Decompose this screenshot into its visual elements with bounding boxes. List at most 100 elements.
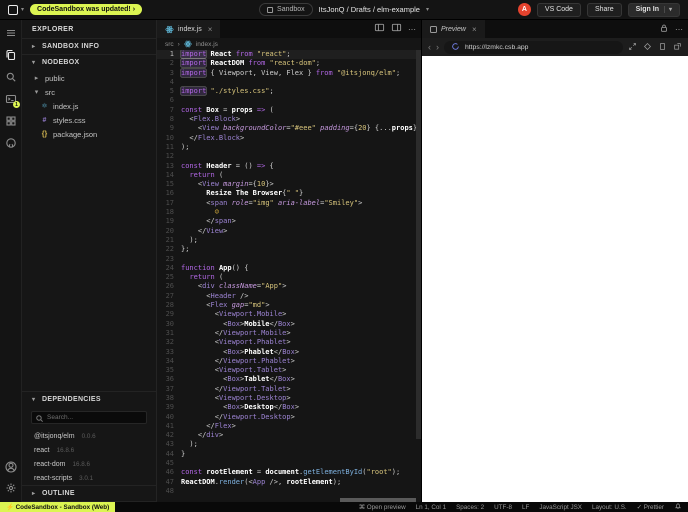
code-line[interactable]: 10 </Flex.Block> bbox=[157, 134, 421, 143]
status-badge[interactable]: ⚡ CodeSandbox - Sandbox (Web) bbox=[0, 502, 116, 512]
code-line[interactable]: 28 <Flex gap="md"> bbox=[157, 301, 421, 310]
code-line[interactable]: 19 </span> bbox=[157, 217, 421, 226]
project-menu-chevron-icon[interactable]: ▾ bbox=[426, 6, 429, 13]
status-item[interactable]: ⌘ Open preview bbox=[359, 504, 406, 511]
code-line[interactable]: 39 <Box>Desktop</Box> bbox=[157, 403, 421, 412]
code-line[interactable]: 8 <Flex.Block> bbox=[157, 115, 421, 124]
terminal-icon[interactable]: 1 bbox=[4, 92, 20, 108]
close-icon[interactable]: × bbox=[208, 25, 213, 34]
github-icon[interactable] bbox=[4, 136, 17, 149]
workspace-section[interactable]: ▾ NODEBOX bbox=[22, 54, 156, 70]
preview-url[interactable]: https://lzmkc.csb.app bbox=[465, 44, 528, 51]
forward-icon[interactable]: › bbox=[436, 42, 439, 52]
close-icon[interactable]: × bbox=[472, 25, 477, 34]
code-line[interactable]: 18 ☺ bbox=[157, 208, 421, 217]
tab-index-js[interactable]: index.js × bbox=[157, 20, 221, 38]
code-line[interactable]: 1 import React from "react"; bbox=[157, 50, 421, 60]
dependency-row[interactable]: react 16.8.6 bbox=[22, 443, 156, 457]
code-line[interactable]: 30 <Box>Mobile</Box> bbox=[157, 320, 421, 329]
code-line[interactable]: 7 const Box = props => ( bbox=[157, 106, 421, 115]
status-item[interactable]: ✓ Prettier bbox=[637, 504, 664, 511]
url-field[interactable]: https://lzmkc.csb.app bbox=[444, 38, 623, 56]
refresh-icon[interactable] bbox=[451, 38, 460, 56]
account-icon[interactable] bbox=[4, 460, 17, 473]
tab-preview[interactable]: Preview × bbox=[422, 20, 485, 38]
code-line[interactable]: 32 <Viewport.Phablet> bbox=[157, 338, 421, 347]
outline-section[interactable]: ▸ OUTLINE bbox=[22, 485, 156, 502]
split-left-icon[interactable] bbox=[374, 20, 385, 38]
code-line[interactable]: 33 <Box>Phablet</Box> bbox=[157, 348, 421, 357]
code-line[interactable]: 29 <Viewport.Mobile> bbox=[157, 310, 421, 319]
update-banner[interactable]: CodeSandbox was updated! › bbox=[30, 4, 143, 15]
code-line[interactable]: 45 bbox=[157, 459, 421, 468]
code-line[interactable]: 27 <Header /> bbox=[157, 292, 421, 301]
status-item[interactable]: JavaScript JSX bbox=[539, 504, 582, 511]
code-line[interactable]: 40 </Viewport.Desktop> bbox=[157, 413, 421, 422]
code-line[interactable]: 25 return ( bbox=[157, 273, 421, 282]
workspace-menu-chevron-icon[interactable]: ▾ bbox=[21, 6, 24, 13]
file-tree-item-styles-css[interactable]: # styles.css bbox=[22, 113, 156, 127]
code-line[interactable]: 38 <Viewport.Desktop> bbox=[157, 394, 421, 403]
code-line[interactable]: 22}; bbox=[157, 245, 421, 254]
code-line[interactable]: 4 bbox=[157, 78, 421, 87]
code-line[interactable]: 3 import { Viewport, View, Flex } from "@… bbox=[157, 68, 421, 78]
code-line[interactable]: 26 <div className="App"> bbox=[157, 282, 421, 291]
code-line[interactable]: 12 bbox=[157, 152, 421, 161]
editor-vertical-scrollbar[interactable] bbox=[416, 50, 421, 502]
breadcrumb-src[interactable]: src bbox=[165, 41, 174, 48]
dependency-row[interactable]: @itsjonq/elm 0.0.6 bbox=[22, 429, 156, 443]
code-line[interactable]: 35 <Viewport.Tablet> bbox=[157, 366, 421, 375]
editor-horizontal-scrollbar[interactable] bbox=[181, 498, 416, 502]
breadcrumb-bar[interactable]: src › index.js bbox=[157, 38, 421, 50]
code-line[interactable]: 46 const rootElement = document.getElemen… bbox=[157, 468, 421, 477]
avatar[interactable]: A bbox=[517, 3, 531, 16]
notifications-bell-icon[interactable] bbox=[674, 502, 682, 512]
lock-icon[interactable] bbox=[659, 20, 669, 38]
dependencies-section[interactable]: ▾ DEPENDENCIES bbox=[22, 391, 156, 407]
sandbox-type-pill[interactable]: Sandbox bbox=[259, 3, 313, 16]
code-line[interactable]: 17 <span role="img" aria-label="Smiley"> bbox=[157, 199, 421, 208]
code-line[interactable]: 34 </Viewport.Phablet> bbox=[157, 357, 421, 366]
code-line[interactable]: 44} bbox=[157, 450, 421, 459]
status-item[interactable]: UTF-8 bbox=[494, 504, 512, 511]
code-line[interactable]: 5 import "./styles.css"; bbox=[157, 87, 421, 96]
status-item[interactable]: Spaces: 2 bbox=[456, 504, 484, 511]
dependency-search-input[interactable] bbox=[31, 411, 147, 424]
preview-viewport[interactable] bbox=[422, 56, 688, 502]
code-line[interactable]: 9 <View backgroundColor="#eee" padding={… bbox=[157, 124, 421, 133]
file-tree-item-index-js[interactable]: ⚛ index.js bbox=[22, 99, 156, 113]
responsive-mode-icon[interactable] bbox=[643, 38, 652, 56]
sandbox-info-section[interactable]: ▸ SANDBOX INFO bbox=[22, 38, 156, 54]
code-line[interactable]: 42 </div> bbox=[157, 431, 421, 440]
split-right-icon[interactable] bbox=[391, 20, 402, 38]
expand-icon[interactable] bbox=[628, 38, 637, 56]
code-line[interactable]: 6 bbox=[157, 96, 421, 105]
code-line[interactable]: 37 </Viewport.Tablet> bbox=[157, 385, 421, 394]
code-line[interactable]: 21 ); bbox=[157, 236, 421, 245]
code-line[interactable]: 31 </Viewport.Mobile> bbox=[157, 329, 421, 338]
code-line[interactable]: 36 <Box>Tablet</Box> bbox=[157, 375, 421, 384]
menu-icon[interactable] bbox=[4, 26, 17, 39]
codesandbox-logo-icon[interactable] bbox=[8, 4, 18, 15]
status-item[interactable]: Layout: U.S. bbox=[592, 504, 627, 511]
dependency-row[interactable]: react-scripts 3.0.1 bbox=[22, 471, 156, 485]
code-line[interactable]: 16 Resize The Browser{" "} bbox=[157, 189, 421, 198]
file-tree-item-public[interactable]: ▸ public bbox=[22, 71, 156, 85]
status-item[interactable]: Ln 1, Col 1 bbox=[416, 504, 446, 511]
sign-in-button[interactable]: Sign In ▾ bbox=[627, 2, 680, 17]
code-line[interactable]: 48 bbox=[157, 487, 421, 496]
code-line[interactable]: 41 </Flex> bbox=[157, 422, 421, 431]
file-tree-item-src[interactable]: ▾ src bbox=[22, 85, 156, 99]
open-external-icon[interactable] bbox=[673, 38, 682, 56]
code-line[interactable]: 43 ); bbox=[157, 440, 421, 449]
code-line[interactable]: 15 <View margin={10}> bbox=[157, 180, 421, 189]
settings-gear-icon[interactable] bbox=[4, 481, 17, 494]
more-actions-icon[interactable]: ⋯ bbox=[408, 25, 417, 34]
breadcrumb[interactable]: ItsJonQ / Drafts / elm-example bbox=[319, 5, 420, 14]
code-line[interactable]: 11); bbox=[157, 143, 421, 152]
status-item[interactable]: LF bbox=[522, 504, 529, 511]
share-button[interactable]: Share bbox=[586, 2, 622, 17]
code-line[interactable]: 23 bbox=[157, 255, 421, 264]
search-icon[interactable] bbox=[4, 70, 17, 83]
extensions-icon[interactable] bbox=[4, 114, 17, 127]
